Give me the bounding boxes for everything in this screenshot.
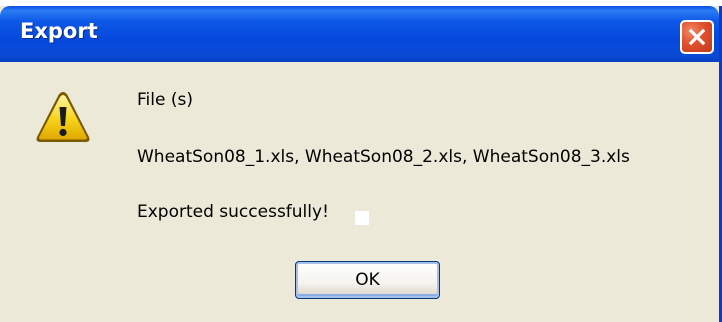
dialog-body: File (s) WheatSon08_1.xls, WheatSon08_2.… bbox=[0, 62, 719, 322]
export-dialog: Export File (s) WheatSon08_1.xls, WheatS… bbox=[0, 6, 722, 322]
window-title: Export bbox=[20, 19, 98, 43]
close-button[interactable] bbox=[680, 20, 714, 54]
warning-icon bbox=[36, 92, 90, 142]
message-line-success: Exported successfully! bbox=[137, 202, 329, 222]
ok-button[interactable]: OK bbox=[295, 261, 440, 299]
page: Export File (s) WheatSon08_1.xls, WheatS… bbox=[0, 0, 722, 322]
title-bar[interactable]: Export bbox=[0, 6, 719, 62]
close-icon bbox=[688, 28, 706, 46]
message-line-file-names: WheatSon08_1.xls, WheatSon08_2.xls, Whea… bbox=[137, 147, 630, 167]
message-line-files-label: File (s) bbox=[137, 90, 193, 110]
text-caret bbox=[355, 211, 369, 225]
